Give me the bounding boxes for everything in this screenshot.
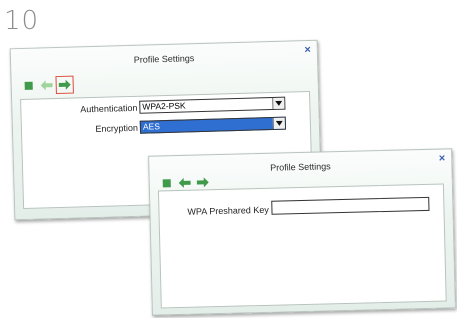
- dialog-title: Profile Settings: [133, 53, 195, 65]
- back-arrow-icon[interactable]: [40, 78, 54, 92]
- authentication-value: WPA2-PSK: [142, 100, 186, 112]
- settings-panel: WPA Preshared Key: [157, 183, 447, 309]
- preshared-key-label: WPA Preshared Key: [187, 204, 269, 217]
- encryption-label: Encryption: [95, 122, 139, 134]
- profile-settings-dialog-2: Profile Settings × WPA Preshared Key: [148, 148, 456, 316]
- chevron-down-icon[interactable]: [272, 117, 286, 130]
- close-icon[interactable]: ×: [439, 152, 446, 164]
- stop-icon[interactable]: [160, 176, 174, 190]
- back-arrow-icon[interactable]: [178, 176, 192, 190]
- chevron-down-icon[interactable]: [272, 97, 285, 110]
- forward-arrow-icon[interactable]: [55, 75, 74, 95]
- dialog-title: Profile Settings: [270, 161, 331, 173]
- preshared-key-input[interactable]: [271, 196, 430, 215]
- close-icon[interactable]: ×: [304, 44, 311, 56]
- forward-arrow-icon[interactable]: [196, 175, 210, 189]
- stop-icon[interactable]: [22, 79, 36, 93]
- authentication-select[interactable]: WPA2-PSK: [139, 96, 286, 114]
- encryption-value: AES: [142, 121, 161, 132]
- encryption-select[interactable]: AES: [139, 116, 287, 134]
- step-number: 10: [4, 6, 40, 36]
- authentication-label: Authentication: [80, 102, 138, 115]
